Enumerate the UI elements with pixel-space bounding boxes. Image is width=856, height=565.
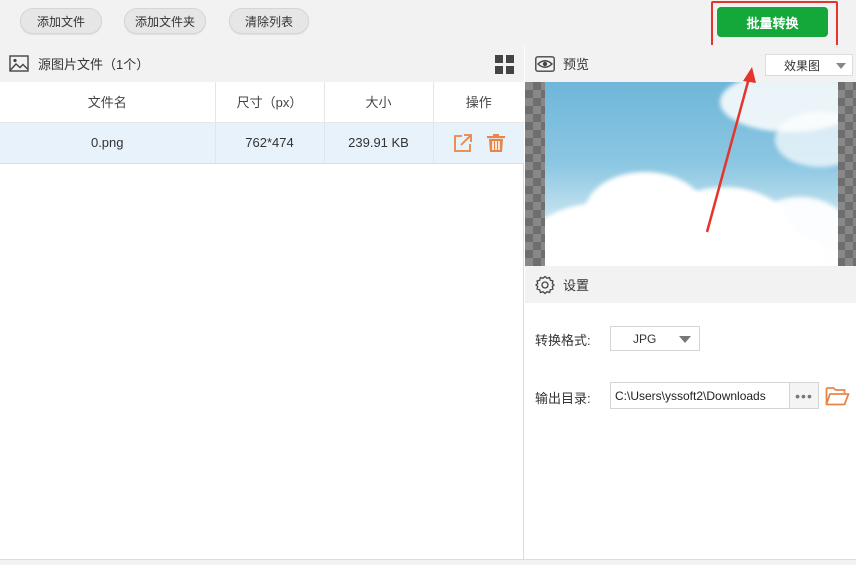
eye-icon	[535, 55, 555, 72]
file-size-cell: 239.91 KB	[324, 122, 434, 164]
batch-convert-button[interactable]: 批量转换	[717, 7, 828, 37]
chevron-down-icon	[836, 63, 846, 69]
clear-list-button[interactable]: 清除列表	[229, 8, 309, 34]
gear-icon	[535, 275, 555, 294]
column-header-filename[interactable]: 文件名	[0, 82, 216, 123]
file-actions-cell	[433, 122, 524, 164]
format-select[interactable]: JPG	[610, 326, 700, 351]
output-dir-input[interactable]	[610, 382, 790, 409]
chevron-down-icon	[679, 336, 691, 343]
add-file-button[interactable]: 添加文件	[20, 8, 102, 34]
preview-image-area	[525, 82, 856, 266]
toolbar: 添加文件 添加文件夹 清除列表 批量转换	[0, 0, 856, 47]
format-label: 转换格式:	[535, 333, 591, 348]
settings-title: 设置	[563, 278, 590, 293]
trash-icon[interactable]	[486, 133, 505, 153]
status-bar	[0, 559, 856, 565]
preview-title: 预览	[563, 57, 590, 72]
table-header-row: 文件名 尺寸（px） 大小 操作	[0, 82, 524, 123]
file-dimensions-cell: 762*474	[215, 122, 325, 164]
output-dir-label: 输出目录:	[535, 391, 591, 406]
settings-header: 设置	[525, 266, 856, 303]
table-row[interactable]: 0.png 762*474 239.91 KB	[0, 122, 524, 164]
grid-icon[interactable]	[495, 55, 514, 74]
browse-dots-button[interactable]: •••	[790, 382, 819, 409]
file-name-cell: 0.png	[0, 122, 216, 164]
preview-header: 预览 效果图	[525, 45, 856, 82]
column-header-dimensions[interactable]: 尺寸（px）	[215, 82, 325, 123]
add-folder-button[interactable]: 添加文件夹	[124, 8, 206, 34]
format-value: JPG	[633, 331, 657, 346]
right-panel: 预览 效果图 设置 转换格式: JPG 输出目录: •••	[525, 45, 856, 559]
source-files-panel: 源图片文件（1个） 文件名 尺寸（px） 大小 操作 0.png 762*474…	[0, 45, 524, 559]
column-header-actions: 操作	[433, 82, 524, 123]
source-files-header: 源图片文件（1个）	[0, 45, 524, 82]
source-files-title: 源图片文件（1个）	[38, 57, 150, 72]
preview-mode-select[interactable]: 效果图	[765, 54, 853, 76]
image-icon	[9, 55, 29, 72]
open-external-icon[interactable]	[453, 133, 473, 153]
folder-open-icon[interactable]	[825, 385, 850, 406]
column-header-size[interactable]: 大小	[324, 82, 434, 123]
preview-mode-value: 效果图	[784, 58, 821, 73]
file-table: 文件名 尺寸（px） 大小 操作 0.png 762*474 239.91 KB	[0, 82, 524, 164]
preview-image	[545, 82, 838, 266]
